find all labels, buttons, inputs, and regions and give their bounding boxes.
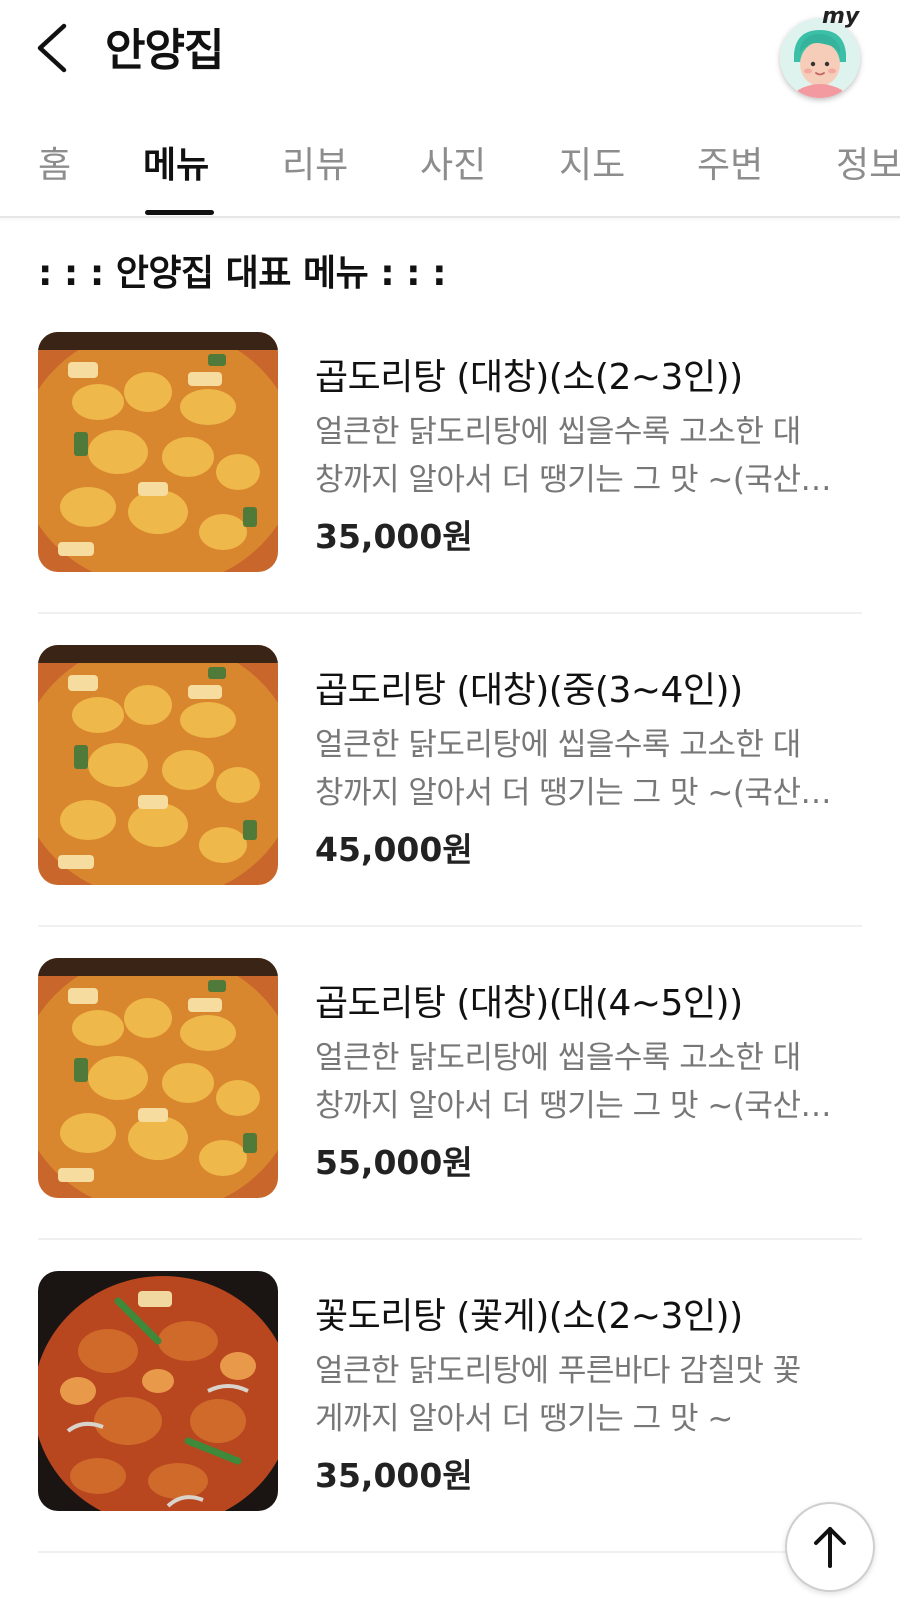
tab-home[interactable]: 홈 xyxy=(38,136,71,188)
menu-item-photo xyxy=(38,1271,278,1511)
tab-info[interactable]: 정보 xyxy=(836,136,900,188)
my-profile-button[interactable]: my xyxy=(778,4,870,98)
tab-photos[interactable]: 사진 xyxy=(420,136,486,188)
menu-item[interactable]: 곱도리탕 (대창)(중(3~4인)) 얼큰한 닭도리탕에 씹을수록 고소한 대 … xyxy=(38,645,862,963)
menu-item-price: 45,000원 xyxy=(315,830,473,869)
scroll-to-top-button[interactable] xyxy=(785,1502,875,1592)
menu-item-description: 얼큰한 닭도리탕에 씹을수록 고소한 대 창까지 알아서 더 땡기는 그 맛 ~… xyxy=(315,721,855,817)
back-button[interactable] xyxy=(30,18,80,78)
menu-item-description-line: 얼큰한 닭도리탕에 푸른바다 감칠맛 꽃 xyxy=(315,1353,801,1389)
menu-item-description-line: 창까지 알아서 더 땡기는 그 맛 ~(국산… xyxy=(315,775,831,811)
menu-item-description-line: 얼큰한 닭도리탕에 씹을수록 고소한 대 xyxy=(315,1040,801,1076)
menu-item-name: 곱도리탕 (대창)(중(3~4인)) xyxy=(315,670,743,711)
page-title: 안양집 xyxy=(105,25,224,76)
divider xyxy=(38,1551,862,1553)
menu-item-description: 얼큰한 닭도리탕에 씹을수록 고소한 대 창까지 알아서 더 땡기는 그 맛 ~… xyxy=(315,408,855,504)
avatar xyxy=(780,18,860,98)
menu-item[interactable]: 곱도리탕 (대창)(소(2~3인)) 얼큰한 닭도리탕에 씹을수록 고소한 대 … xyxy=(38,332,862,650)
active-tab-indicator xyxy=(145,210,214,215)
menu-item-name: 곱도리탕 (대창)(소(2~3인)) xyxy=(315,357,743,398)
tab-nearby[interactable]: 주변 xyxy=(697,136,763,188)
arrow-up-icon xyxy=(814,1527,846,1568)
menu-item-description: 얼큰한 닭도리탕에 씹을수록 고소한 대 창까지 알아서 더 땡기는 그 맛 ~… xyxy=(315,1034,855,1130)
menu-item-price: 35,000원 xyxy=(315,517,473,556)
tab-reviews[interactable]: 리뷰 xyxy=(282,136,348,188)
menu-item-photo xyxy=(38,958,278,1198)
menu-item-price: 35,000원 xyxy=(315,1456,473,1495)
menu-item-description-line: 얼큰한 닭도리탕에 씹을수록 고소한 대 xyxy=(315,414,801,450)
tab-map[interactable]: 지도 xyxy=(559,136,625,188)
menu-item-name: 꽃도리탕 (꽃게)(소(2~3인)) xyxy=(315,1296,743,1337)
menu-item-description: 얼큰한 닭도리탕에 푸른바다 감칠맛 꽃 게까지 알아서 더 땡기는 그 맛 ~ xyxy=(315,1347,855,1443)
divider xyxy=(38,1238,862,1240)
chevron-left-icon xyxy=(37,23,67,73)
divider xyxy=(38,925,862,927)
tab-menu[interactable]: 메뉴 xyxy=(143,136,209,188)
tab-bar: 홈 메뉴 리뷰 사진 지도 주변 정보 xyxy=(0,110,900,218)
divider xyxy=(38,612,862,614)
menu-item-photo xyxy=(38,645,278,885)
menu-item-description-line: 창까지 알아서 더 땡기는 그 맛 ~(국산… xyxy=(315,1088,831,1124)
menu-item-name: 곱도리탕 (대창)(대(4~5인)) xyxy=(315,983,743,1024)
menu-item-price: 55,000원 xyxy=(315,1143,473,1182)
menu-item-description-line: 얼큰한 닭도리탕에 씹을수록 고소한 대 xyxy=(315,727,801,763)
menu-item-description-line: 창까지 알아서 더 땡기는 그 맛 ~(국산… xyxy=(315,462,831,498)
section-title: : : : 안양집 대표 메뉴 : : : xyxy=(38,253,447,294)
avatar-face-icon xyxy=(780,18,860,98)
menu-item[interactable]: 꽃도리탕 (꽃게)(소(2~3인)) 얼큰한 닭도리탕에 푸른바다 감칠맛 꽃 … xyxy=(38,1271,862,1589)
menu-item-photo xyxy=(38,332,278,572)
my-label: my xyxy=(822,4,860,29)
menu-item-description-line: 게까지 알아서 더 땡기는 그 맛 ~ xyxy=(315,1401,733,1437)
top-bar: 안양집 my xyxy=(0,0,900,100)
menu-item[interactable]: 곱도리탕 (대창)(대(4~5인)) 얼큰한 닭도리탕에 씹을수록 고소한 대 … xyxy=(38,958,862,1276)
